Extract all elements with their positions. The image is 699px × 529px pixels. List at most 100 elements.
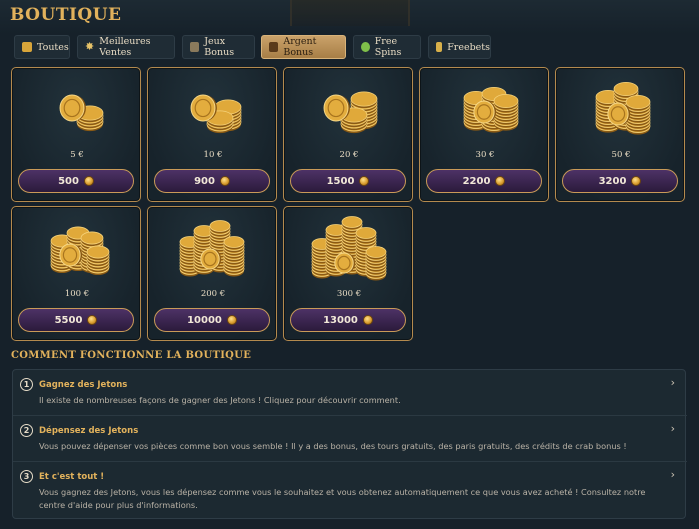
tab-meilleures-ventes[interactable]: ✸ Meilleures Ventes: [77, 35, 175, 59]
coins-icon: [22, 42, 32, 52]
coin-graphic: [625, 94, 651, 111]
buy-button[interactable]: 1500: [290, 169, 406, 193]
tab-free-spins[interactable]: Free Spins: [353, 35, 421, 59]
product-card[interactable]: 20 € 1500: [283, 67, 413, 202]
coin-graphic: [80, 231, 104, 247]
product-card[interactable]: 100 € 5500: [11, 206, 141, 341]
product-card[interactable]: 5 € 500: [11, 67, 141, 202]
coin-graphic: [59, 94, 86, 122]
token-icon: [226, 315, 237, 325]
product-card[interactable]: 200 € 10000: [147, 206, 277, 341]
product-price: 30 €: [475, 150, 495, 160]
tab-label: Argent Bonus: [283, 36, 317, 58]
buy-button[interactable]: 500: [18, 169, 134, 193]
dice-icon: [190, 42, 200, 52]
product-card[interactable]: 30 € 2200: [419, 67, 549, 202]
step-number-icon: 3: [20, 470, 33, 483]
cash-icon: [269, 42, 279, 52]
faq-item[interactable]: 3 Et c'est tout ! Vous gagnez des Jetons…: [13, 461, 687, 519]
coin-graphic: [607, 102, 631, 126]
buy-button[interactable]: 2200: [426, 169, 542, 193]
faq-question: Et c'est tout !: [39, 472, 105, 482]
chevron-right-icon[interactable]: ›: [671, 422, 675, 435]
star-icon: ✸: [85, 40, 95, 53]
product-price: 300 €: [336, 289, 362, 299]
token-icon: [359, 176, 370, 186]
product-price: 10 €: [203, 150, 223, 160]
coin-stack-image: [463, 86, 519, 133]
product-price: 20 €: [339, 150, 359, 160]
coin-graphic: [365, 246, 387, 260]
buy-button[interactable]: 10000: [154, 308, 270, 332]
coin-stack-image: [323, 91, 378, 134]
product-card[interactable]: 50 € 3200: [555, 67, 685, 202]
token-icon: [87, 315, 98, 325]
tab-label: Free Spins: [374, 36, 402, 58]
tab-jeux-bonus[interactable]: Jeux Bonus: [182, 35, 255, 59]
tab-label: Meilleures Ventes: [99, 36, 151, 58]
buy-cost: 13000: [323, 314, 358, 326]
product-card[interactable]: 10 € 900: [147, 67, 277, 202]
product-price: 200 €: [200, 289, 226, 299]
buy-button[interactable]: 3200: [562, 169, 678, 193]
tab-toutes[interactable]: Toutes: [14, 35, 70, 59]
product-price: 100 €: [64, 289, 90, 299]
coin-graphic: [190, 94, 217, 122]
spin-icon: [361, 42, 370, 52]
token-icon: [631, 176, 642, 186]
coin-graphic: [341, 216, 363, 230]
product-price: 5 €: [70, 150, 84, 160]
coin-stack-image: [179, 220, 245, 277]
coin-graphic: [59, 243, 83, 267]
coin-graphic: [473, 100, 497, 124]
faq-answer: Vous gagnez des Jetons, vous les dépense…: [39, 487, 646, 510]
coin-graphic: [323, 94, 350, 122]
buy-cost: 500: [58, 175, 79, 187]
coin-graphic: [223, 236, 245, 250]
buy-cost: 900: [194, 175, 215, 187]
section-title: COMMENT FONCTIONNE LA BOUTIQUE: [11, 350, 252, 361]
tab-freebets[interactable]: Freebets: [428, 35, 491, 59]
page-title: BOUTIQUE: [10, 5, 122, 25]
buy-cost: 3200: [598, 175, 627, 187]
coin-stack-image: [311, 216, 387, 281]
header-ornament: [290, 0, 410, 26]
ticket-icon: [436, 42, 443, 52]
product-card[interactable]: 300 € 13000: [283, 206, 413, 341]
coin-graphic: [355, 227, 377, 241]
coin-graphic: [334, 252, 356, 274]
tab-label: Freebets: [447, 41, 490, 53]
faq-answer: Il existe de nombreuses façons de gagner…: [39, 395, 401, 405]
buy-cost: 1500: [326, 175, 355, 187]
buy-button[interactable]: 900: [154, 169, 270, 193]
chevron-right-icon[interactable]: ›: [671, 376, 675, 389]
chevron-right-icon[interactable]: ›: [671, 468, 675, 481]
token-icon: [219, 176, 230, 186]
coin-graphic: [209, 220, 231, 234]
coin-graphic: [350, 91, 378, 109]
step-number-icon: 2: [20, 424, 33, 437]
step-number-icon: 1: [20, 378, 33, 391]
coin-graphic: [200, 248, 222, 270]
coin-stack-image: [59, 94, 104, 132]
coin-stack-image: [50, 226, 110, 276]
token-icon: [362, 315, 373, 325]
coin-graphic: [86, 245, 110, 261]
faq-question: Dépensez des Jetons: [39, 426, 139, 436]
coin-graphic: [493, 93, 519, 110]
tab-argent-bonus[interactable]: Argent Bonus: [261, 35, 346, 59]
buy-cost: 5500: [54, 314, 83, 326]
how-it-works-panel: 1 Gagnez des Jetons Il existe de nombreu…: [12, 369, 687, 519]
tab-label: Jeux Bonus: [204, 36, 235, 58]
coin-stack-image: [190, 94, 242, 134]
token-icon: [83, 176, 94, 186]
faq-answer: Vous pouvez dépenser vos pièces comme bo…: [39, 441, 627, 451]
buy-cost: 10000: [187, 314, 222, 326]
faq-item[interactable]: 1 Gagnez des Jetons Il existe de nombreu…: [13, 370, 687, 415]
buy-cost: 2200: [462, 175, 491, 187]
buy-button[interactable]: 5500: [18, 308, 134, 332]
faq-item[interactable]: 2 Dépensez des Jetons Vous pouvez dépens…: [13, 415, 687, 461]
buy-button[interactable]: 13000: [290, 308, 406, 332]
token-icon: [495, 176, 506, 186]
faq-question: Gagnez des Jetons: [39, 380, 128, 390]
